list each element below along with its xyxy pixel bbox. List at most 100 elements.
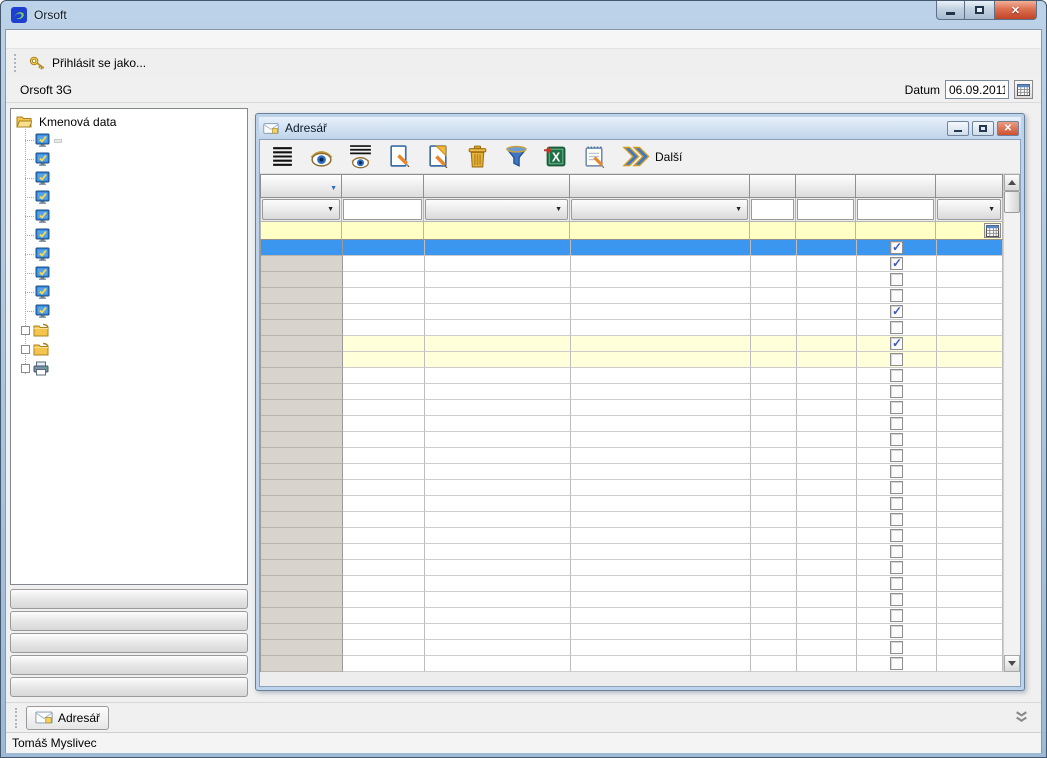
table-row[interactable] [261, 592, 1003, 608]
column-header[interactable] [856, 174, 936, 198]
menu-item[interactable] [52, 37, 66, 41]
filter-dropdown[interactable]: ▼ [937, 199, 1001, 220]
column-header[interactable] [936, 174, 1003, 198]
table-row[interactable] [261, 272, 1003, 288]
table-row[interactable] [261, 512, 1003, 528]
dph-checkbox[interactable] [890, 513, 903, 526]
table-row[interactable] [261, 528, 1003, 544]
expand-plus-icon[interactable] [21, 326, 30, 335]
quick-calendar-button[interactable] [984, 223, 1001, 238]
view-list-icon[interactable] [348, 144, 373, 169]
table-row[interactable] [261, 336, 1003, 352]
delete-record-icon[interactable] [465, 144, 490, 169]
dph-checkbox[interactable] [890, 241, 903, 254]
excel-export-icon[interactable]: X [543, 144, 568, 169]
dph-checkbox[interactable] [890, 385, 903, 398]
menu-item[interactable] [10, 37, 24, 41]
dph-checkbox[interactable] [890, 353, 903, 366]
table-row[interactable] [261, 416, 1003, 432]
vertical-scrollbar[interactable] [1003, 174, 1020, 672]
tree-module-item[interactable] [11, 245, 247, 264]
dph-checkbox[interactable] [890, 401, 903, 414]
dph-checkbox[interactable] [890, 273, 903, 286]
dph-checkbox[interactable] [890, 657, 903, 670]
tree-module-item[interactable] [11, 302, 247, 321]
table-row[interactable] [261, 656, 1003, 672]
table-row[interactable] [261, 608, 1003, 624]
sidebar-nav-button[interactable] [10, 655, 248, 675]
column-header[interactable]: ▼ [260, 174, 342, 198]
table-row[interactable] [261, 352, 1003, 368]
tree-root-kmenova-data[interactable]: Kmenová data [11, 112, 247, 131]
filter-dropdown[interactable]: ▼ [425, 199, 568, 220]
tree-folder-item[interactable] [11, 340, 247, 359]
tree-module-item[interactable] [11, 188, 247, 207]
table-row[interactable] [261, 560, 1003, 576]
minimize-button[interactable] [936, 1, 965, 20]
taskbar-window-button[interactable]: Adresář [26, 706, 109, 730]
dph-checkbox[interactable] [890, 545, 903, 558]
adresar-maximize-button[interactable] [972, 121, 994, 136]
view-icon[interactable] [309, 144, 334, 169]
table-row[interactable] [261, 368, 1003, 384]
sidebar-nav-button[interactable] [10, 589, 248, 609]
table-row[interactable] [261, 304, 1003, 320]
table-row[interactable] [261, 240, 1003, 256]
dph-checkbox[interactable] [890, 337, 903, 350]
table-row[interactable] [261, 624, 1003, 640]
date-calendar-button[interactable] [1014, 80, 1033, 99]
table-row[interactable] [261, 496, 1003, 512]
table-row[interactable] [261, 288, 1003, 304]
quick-filter-cell[interactable] [570, 222, 750, 240]
filter-icon[interactable] [504, 144, 529, 169]
dph-checkbox[interactable] [890, 369, 903, 382]
tree-module-item[interactable] [11, 283, 247, 302]
scroll-down-button[interactable] [1004, 655, 1020, 672]
tree-folder-item[interactable] [11, 359, 247, 378]
taskbar-grip[interactable] [15, 708, 18, 728]
toolbar-grip[interactable] [14, 54, 17, 72]
dph-checkbox[interactable] [890, 433, 903, 446]
menu-item[interactable] [24, 37, 38, 41]
table-row[interactable] [261, 256, 1003, 272]
scroll-up-button[interactable] [1004, 174, 1020, 191]
dph-checkbox[interactable] [890, 481, 903, 494]
dph-checkbox[interactable] [890, 609, 903, 622]
menu-item[interactable] [38, 37, 52, 41]
expand-plus-icon[interactable] [21, 345, 30, 354]
quick-filter-cell[interactable] [260, 222, 342, 240]
titlebar[interactable]: Orsoft [1, 1, 1046, 29]
table-row[interactable] [261, 384, 1003, 400]
adresar-titlebar[interactable]: Adresář ✕ [259, 117, 1021, 139]
filter-input[interactable] [797, 199, 854, 220]
dph-checkbox[interactable] [890, 257, 903, 270]
filter-input[interactable] [343, 199, 422, 220]
table-row[interactable] [261, 432, 1003, 448]
tree-folder-item[interactable] [11, 321, 247, 340]
dph-checkbox[interactable] [890, 497, 903, 510]
dph-checkbox[interactable] [890, 305, 903, 318]
column-header[interactable] [342, 174, 424, 198]
tree-module-item[interactable] [11, 207, 247, 226]
quick-filter-cell[interactable] [796, 222, 856, 240]
table-row[interactable] [261, 400, 1003, 416]
dph-checkbox[interactable] [890, 561, 903, 574]
sidebar-nav-button[interactable] [10, 677, 248, 697]
maximize-button[interactable] [965, 1, 994, 20]
login-as-button[interactable]: Přihlásit se jako... [23, 52, 152, 75]
collapse-chevrons-icon[interactable] [1014, 710, 1029, 724]
notes-icon[interactable] [582, 144, 607, 169]
filter-dropdown[interactable]: ▼ [262, 199, 340, 220]
dph-checkbox[interactable] [890, 321, 903, 334]
filter-dropdown[interactable]: ▼ [571, 199, 748, 220]
dph-checkbox[interactable] [890, 593, 903, 606]
dph-checkbox[interactable] [890, 289, 903, 302]
dph-checkbox[interactable] [890, 449, 903, 462]
table-row[interactable] [261, 640, 1003, 656]
quick-filter-cell[interactable] [750, 222, 796, 240]
dph-checkbox[interactable] [890, 577, 903, 590]
filter-input[interactable] [857, 199, 934, 220]
table-row[interactable] [261, 544, 1003, 560]
dph-checkbox[interactable] [890, 417, 903, 430]
table-row[interactable] [261, 464, 1003, 480]
